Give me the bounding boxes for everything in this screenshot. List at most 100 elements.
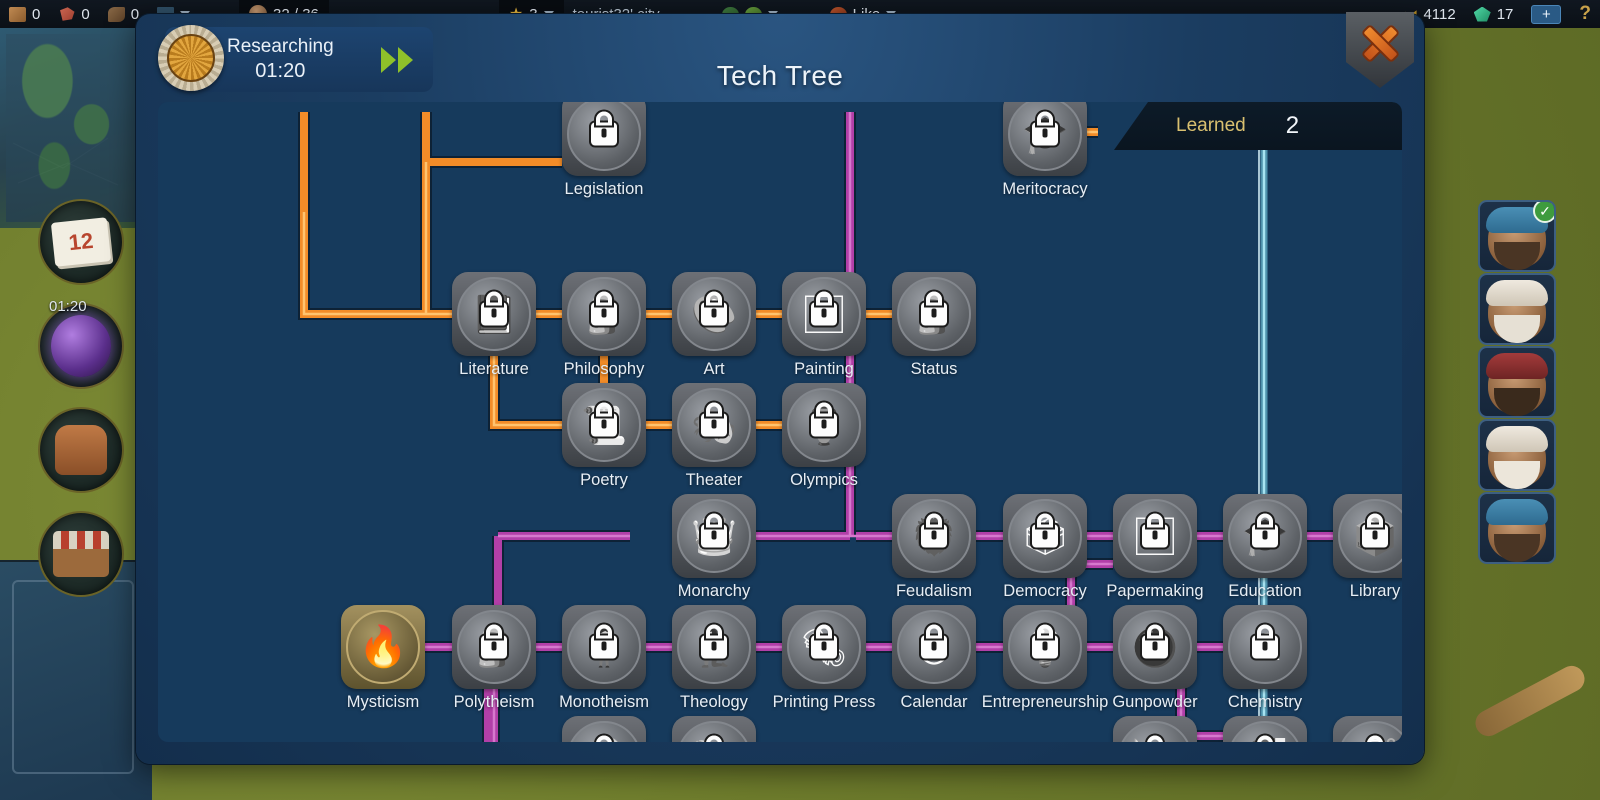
avatar-card-3[interactable]	[1478, 346, 1556, 418]
node-label: Mysticism	[346, 693, 420, 711]
tech-node-entrepreneurship[interactable]: 💡 Entrepreneurship	[982, 605, 1108, 711]
node-disc: 🧍	[567, 610, 641, 684]
avatar-card-1[interactable]: ✓	[1478, 200, 1556, 272]
tech-node-magnetism[interactable]: 🧲Magnetism	[1223, 716, 1307, 742]
researching-label: Researching	[227, 36, 334, 58]
turban-icon	[1486, 280, 1548, 306]
lock-icon	[921, 302, 947, 326]
avatar-card-2[interactable]	[1478, 273, 1556, 345]
wood-icon	[9, 6, 26, 22]
tech-node-feudalism[interactable]: 🦁 Feudalism	[892, 494, 976, 600]
tech-node-astrology[interactable]: 🌙Astrology	[562, 716, 646, 742]
beard-icon	[1494, 388, 1540, 416]
tech-node-poetry[interactable]: 📜 Poetry	[562, 383, 646, 489]
tech-node-printing-press[interactable]: 🗞 Printing Press	[773, 605, 875, 711]
potion-button[interactable]	[38, 303, 124, 389]
lock-icon	[811, 302, 837, 326]
node-label: Painting	[794, 360, 854, 378]
resource-wood[interactable]: 0	[0, 6, 49, 23]
gem-counter[interactable]: 17	[1465, 6, 1523, 23]
avatar-card-5[interactable]	[1478, 492, 1556, 564]
flame-icon: 🔥	[358, 625, 408, 669]
tech-tree-board[interactable]: .w { fill:none; stroke-linecap:butt; str…	[158, 102, 1402, 742]
turban-icon	[1486, 353, 1548, 379]
resource-clay[interactable]: 0	[49, 6, 98, 23]
lock-icon	[811, 413, 837, 437]
tech-node-astronomy[interactable]: 🐂Astronomy	[672, 716, 756, 742]
node-label: Philosophy	[563, 360, 645, 378]
tech-node-calendar[interactable]: ◎ Calendar	[892, 605, 976, 711]
lock-icon	[921, 635, 947, 659]
learned-value: 2	[1285, 112, 1300, 139]
tech-node-literature[interactable]: 📕 Literature	[452, 272, 536, 378]
tech-node-art[interactable]: 🎨 Art	[672, 272, 756, 378]
tech-node-gunpowder[interactable]: ⚫ Gunpowder	[1112, 605, 1198, 711]
tech-node-polytheism[interactable]: 🗿 Polytheism	[452, 605, 536, 711]
lock-icon	[811, 635, 837, 659]
learned-label: Learned	[1176, 115, 1246, 136]
tech-node-papermaking[interactable]: 🖼 Papermaking	[1106, 494, 1204, 600]
tech-node-mysticism[interactable]: 🔥 Mysticism	[341, 605, 425, 711]
tech-node-monotheism[interactable]: 🧍 Monotheism	[559, 605, 649, 711]
node-disc: 🖼	[787, 277, 861, 351]
lock-icon	[591, 302, 617, 326]
turban-icon	[1486, 426, 1548, 452]
gem-icon	[1473, 6, 1491, 22]
lock-icon	[1032, 122, 1058, 146]
tech-node-theater[interactable]: 🎭 Theater	[672, 383, 756, 489]
lock-icon	[1142, 635, 1168, 659]
tech-node-theology[interactable]: 🧎 Theology	[672, 605, 756, 711]
node-label: Polytheism	[453, 693, 535, 711]
node-disc: 📕	[457, 277, 531, 351]
iron-icon	[107, 6, 125, 22]
tech-node-legislation[interactable]: ⚖Legislation	[562, 102, 646, 198]
tech-node-olympics[interactable]: 🏺 Olympics	[782, 383, 866, 489]
tech-node-monarchy[interactable]: 👑 Monarchy	[672, 494, 756, 600]
minimap[interactable]	[0, 28, 152, 228]
help-button[interactable]: ?	[1570, 3, 1600, 25]
node-label: Education	[1228, 582, 1302, 600]
calendar-button[interactable]: 12	[38, 199, 124, 285]
avatar-card-4[interactable]	[1478, 419, 1556, 491]
tech-node-the-compass[interactable]: 🧭The Compass	[1333, 716, 1402, 742]
lock-icon	[1362, 524, 1388, 548]
add-gems-button[interactable]: +	[1522, 4, 1570, 24]
node-label: Entrepreneurship	[981, 693, 1109, 711]
node-disc: 🗿	[457, 610, 531, 684]
tech-node-philosophy[interactable]: 🗿 Philosophy	[562, 272, 646, 378]
node-label: Papermaking	[1106, 582, 1204, 600]
lock-icon	[701, 413, 727, 437]
beard-icon	[1494, 242, 1540, 270]
tech-node-democracy[interactable]: 🗳 Democracy	[1003, 494, 1087, 600]
lock-icon	[1032, 524, 1058, 548]
selected-check-icon: ✓	[1533, 202, 1554, 223]
tech-node-status[interactable]: 🗿 Status	[892, 272, 976, 378]
node-disc: ⚗	[1228, 610, 1302, 684]
tech-node-meritocracy[interactable]: 🎓Meritocracy	[1002, 102, 1088, 198]
tech-node-physics[interactable]: 📐Physics	[1113, 716, 1197, 742]
node-label: Literature	[459, 360, 529, 378]
node-disc: 📦	[1338, 499, 1402, 573]
tech-node-chemistry[interactable]: ⚗ Chemistry	[1223, 605, 1307, 711]
tech-node-education[interactable]: 🎓 Education	[1223, 494, 1307, 600]
market-button[interactable]	[38, 511, 124, 597]
node-disc: 📜	[567, 388, 641, 462]
lock-icon	[1032, 635, 1058, 659]
tech-node-painting[interactable]: 🖼 Painting	[782, 272, 866, 378]
lock-icon	[701, 302, 727, 326]
gold-value: 4112	[1423, 5, 1456, 23]
lock-icon	[481, 302, 507, 326]
inventory-button[interactable]	[38, 407, 124, 493]
backpack-icon	[51, 420, 111, 480]
beard-icon	[1494, 461, 1540, 489]
node-label: Printing Press	[772, 693, 876, 711]
turban-icon	[1486, 499, 1548, 525]
tech-node-library[interactable]: 📦 Library	[1333, 494, 1402, 600]
node-label: Monotheism	[559, 693, 649, 711]
clay-icon	[60, 7, 75, 21]
node-label: Chemistry	[1227, 693, 1303, 711]
plus-icon: +	[1531, 4, 1562, 24]
node-label: Monarchy	[677, 582, 751, 600]
calendar-icon: 12	[50, 212, 112, 272]
question-mark-icon: ?	[1579, 3, 1591, 24]
